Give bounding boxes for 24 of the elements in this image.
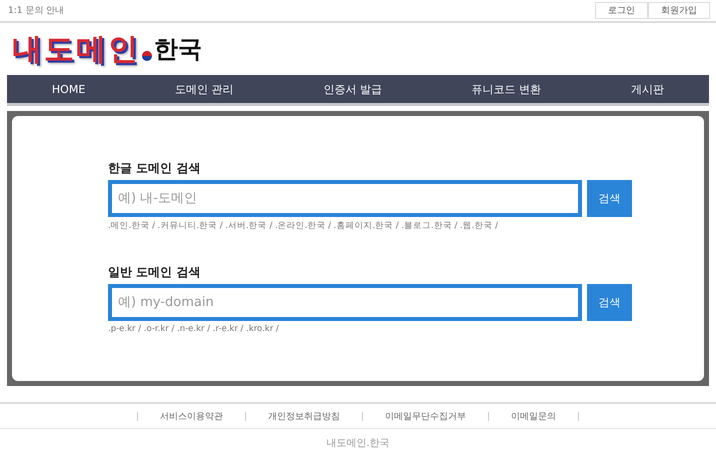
footer-link[interactable]: 이메일문의 — [489, 410, 578, 422]
footer-link[interactable]: 개인정보취급방침 — [246, 410, 362, 422]
top-button[interactable]: 로그인 — [595, 2, 648, 19]
taegeuk-icon — [142, 51, 152, 61]
section-title: 일반 도메인 검색 — [108, 264, 202, 281]
nav-item[interactable]: 퓨니코드 변환 — [472, 82, 542, 96]
suffix-list: .p-e.kr / .o-r.kr / .n-e.kr / .r-e.kr / .kro.kr / — [108, 324, 704, 334]
footer-link[interactable]: 서비스이용약관 — [138, 410, 245, 422]
suffix-list: .메인.한국 / .커뮤니티.한국 / .서버.한국 / .온라인.한국 / .홈페이지.한국 / .블로그.한국 / .웹.한국 / — [108, 220, 704, 232]
section-title: 한글 도메인 검색 — [108, 160, 202, 177]
nav-item[interactable]: 인증서 발급 — [323, 82, 382, 96]
nav-item[interactable]: 도메인 관리 — [175, 82, 234, 96]
top-button[interactable]: 회원가입 — [648, 2, 710, 19]
logo-suffix: 한국 — [154, 33, 202, 65]
footer-link[interactable]: 이메일무단수집거부 — [363, 410, 488, 422]
search-field[interactable]: 예) 내-도메인 — [108, 180, 582, 217]
nav-item[interactable]: 게시판 — [631, 82, 664, 96]
nav-item[interactable]: HOME — [52, 82, 86, 96]
search-field[interactable]: 예) my-domain — [108, 284, 582, 321]
logo-text[interactable]: 내도메인 — [12, 28, 140, 70]
search-button[interactable]: 검색 — [587, 284, 632, 321]
notice-link[interactable]: 1:1 문의 안내 — [8, 4, 64, 17]
footer-site-name: 내도메인.한국 — [326, 437, 390, 450]
search-button[interactable]: 검색 — [587, 180, 632, 217]
